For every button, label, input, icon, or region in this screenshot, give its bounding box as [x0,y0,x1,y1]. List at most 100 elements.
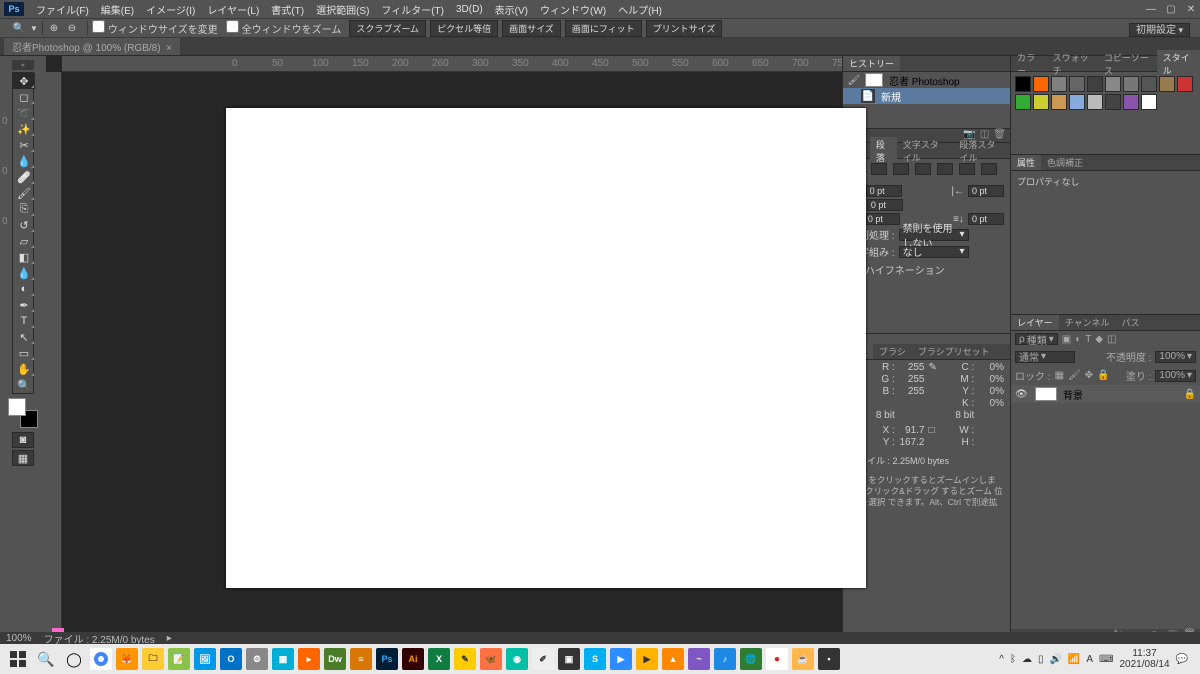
menu-layer[interactable]: レイヤー(L) [201,2,265,17]
tray-network-icon[interactable]: 📶 [1068,654,1080,665]
globe-icon[interactable]: 🌐 [740,648,762,670]
lock-transparency-icon[interactable]: ▦ [1055,370,1064,381]
dreamweaver-icon[interactable]: Dw [324,648,346,670]
zoom-all-windows-checkbox[interactable]: 全ウィンドウをズーム [226,20,342,36]
obs-icon[interactable]: ▣ [558,648,580,670]
outlook-icon[interactable]: O [220,648,242,670]
music-icon[interactable]: ♪ [714,648,736,670]
fit-screen-button[interactable]: 画面サイズ [502,20,561,37]
menu-help[interactable]: ヘルプ(H) [612,2,668,17]
color-swatches[interactable] [8,398,38,428]
align-center-icon[interactable] [871,163,887,175]
sublime-icon[interactable]: ≡ [350,648,372,670]
history-document-row[interactable]: 🖌 忍者 Photoshop [843,72,1010,88]
style-swatch-2[interactable] [1051,76,1067,92]
eraser-tool[interactable]: ▱ [13,233,35,249]
menu-image[interactable]: イメージ(I) [140,2,201,17]
photoshop-icon[interactable]: Ps [376,648,398,670]
document-canvas[interactable] [226,108,866,588]
style-swatch-9[interactable] [1177,76,1193,92]
space-before-input[interactable]: 0 pt [864,213,900,225]
filter-shape-icon[interactable]: ◆ [1095,334,1103,345]
indent-right-input[interactable]: 0 pt [968,185,1004,197]
tray-cloud-icon[interactable]: ☁ [1022,654,1032,665]
illustrator-icon[interactable]: Ai [402,648,424,670]
scrub-zoom-button[interactable]: スクラブズーム [349,20,426,37]
menu-3d[interactable]: 3D(D) [450,4,489,15]
justify-all-icon[interactable] [981,163,997,175]
skype-icon[interactable]: S [584,648,606,670]
menu-view[interactable]: 表示(V) [489,2,534,17]
type-tool[interactable]: T [13,313,35,329]
filter-smart-icon[interactable]: ◫ [1107,334,1116,345]
blend-mode-select[interactable]: 通常▾ [1015,351,1075,363]
workspace-switcher[interactable]: 初期設定 ▾ [1129,23,1190,37]
brush-tool[interactable]: 🖌 [13,185,35,201]
style-swatch-4[interactable] [1087,76,1103,92]
lasso-tool[interactable]: ➰ [13,105,35,121]
media-player-icon[interactable]: ▶ [636,648,658,670]
healing-brush-tool[interactable]: 🩹 [13,169,35,185]
app-icon-4[interactable]: ◉ [506,648,528,670]
tab-brush-presets[interactable]: ブラシプリセット [912,344,996,359]
gradient-tool[interactable]: ◧ [13,249,35,265]
style-swatch-8[interactable] [1159,76,1175,92]
layer-filter-kind[interactable]: ρ種類▾ [1015,333,1058,345]
tray-ime-icon[interactable]: A [1086,654,1093,665]
history-brush-source-icon[interactable]: 🖌 [847,73,861,87]
resize-window-checkbox[interactable]: ウィンドウサイズを変更 [92,20,218,36]
style-swatch-11[interactable] [1033,94,1049,110]
filter-type-icon[interactable]: T [1085,334,1091,345]
tray-volume-icon[interactable]: 🔊 [1049,654,1061,665]
justify-left-icon[interactable] [915,163,931,175]
shape-tool[interactable]: ▭ [13,345,35,361]
notepad-icon[interactable]: 📝 [168,648,190,670]
blur-tool[interactable]: 💧 [13,265,35,281]
style-swatch-3[interactable] [1069,76,1085,92]
task-view-icon[interactable]: ◯ [60,647,88,671]
clone-stamp-tool[interactable]: ⎘ [13,201,35,217]
tab-properties[interactable]: 属性 [1011,155,1041,170]
history-step-row[interactable]: 📄 新規 [843,88,1010,104]
tab-brush[interactable]: ブラシ [873,344,912,359]
photos-icon[interactable]: 🖼 [194,648,216,670]
hand-tool[interactable]: ✋ [13,361,35,377]
style-swatch-5[interactable] [1105,76,1121,92]
notification-icon[interactable]: 💬 [1176,654,1188,665]
start-button[interactable] [4,647,32,671]
first-line-input[interactable]: 0 pt [867,199,903,211]
zoom-in-icon[interactable]: ⊕ [47,21,61,35]
minimize-button[interactable]: — [1142,2,1160,16]
style-swatch-6[interactable] [1123,76,1139,92]
zoom-tool[interactable]: 🔍 [13,377,35,393]
style-swatch-7[interactable] [1141,76,1157,92]
menu-file[interactable]: ファイル(F) [30,2,95,17]
justify-center-icon[interactable] [937,163,953,175]
excel-icon[interactable]: X [428,648,450,670]
dodge-tool[interactable]: ◐ [13,281,35,297]
indent-left-input[interactable]: 0 pt [866,185,902,197]
tray-keyboard-icon[interactable]: ⌨ [1099,654,1113,665]
print-size-button[interactable]: プリントサイズ [646,20,723,37]
lock-all-icon[interactable]: 🔒 [1097,370,1109,381]
tray-bluetooth-icon[interactable]: ᛒ [1010,654,1016,665]
vlc-icon[interactable]: ▲ [662,648,684,670]
style-swatch-17[interactable] [1141,94,1157,110]
menu-filter[interactable]: フィルター(T) [375,2,450,17]
style-swatch-14[interactable] [1087,94,1103,110]
opacity-input[interactable]: 100%▾ [1155,351,1196,363]
menu-edit[interactable]: 編集(E) [95,2,140,17]
tab-history[interactable]: ヒストリー [843,56,900,71]
terminal-icon[interactable]: ▪ [818,648,840,670]
close-button[interactable]: ✕ [1182,2,1200,16]
zoom-out-icon[interactable]: ⊖ [65,21,79,35]
crop-tool[interactable]: ✂ [13,137,35,153]
path-selection-tool[interactable]: ↖ [13,329,35,345]
style-swatch-13[interactable] [1069,94,1085,110]
kinsoku-select[interactable]: 禁則を使用しない▾ [899,229,969,241]
style-swatch-0[interactable] [1015,76,1031,92]
fill-input[interactable]: 100%▾ [1155,370,1196,382]
fit-on-screen-button[interactable]: 画面にフィット [565,20,642,37]
zoom-icon[interactable]: ▶ [610,648,632,670]
tab-adjustments[interactable]: 色調補正 [1041,155,1089,170]
